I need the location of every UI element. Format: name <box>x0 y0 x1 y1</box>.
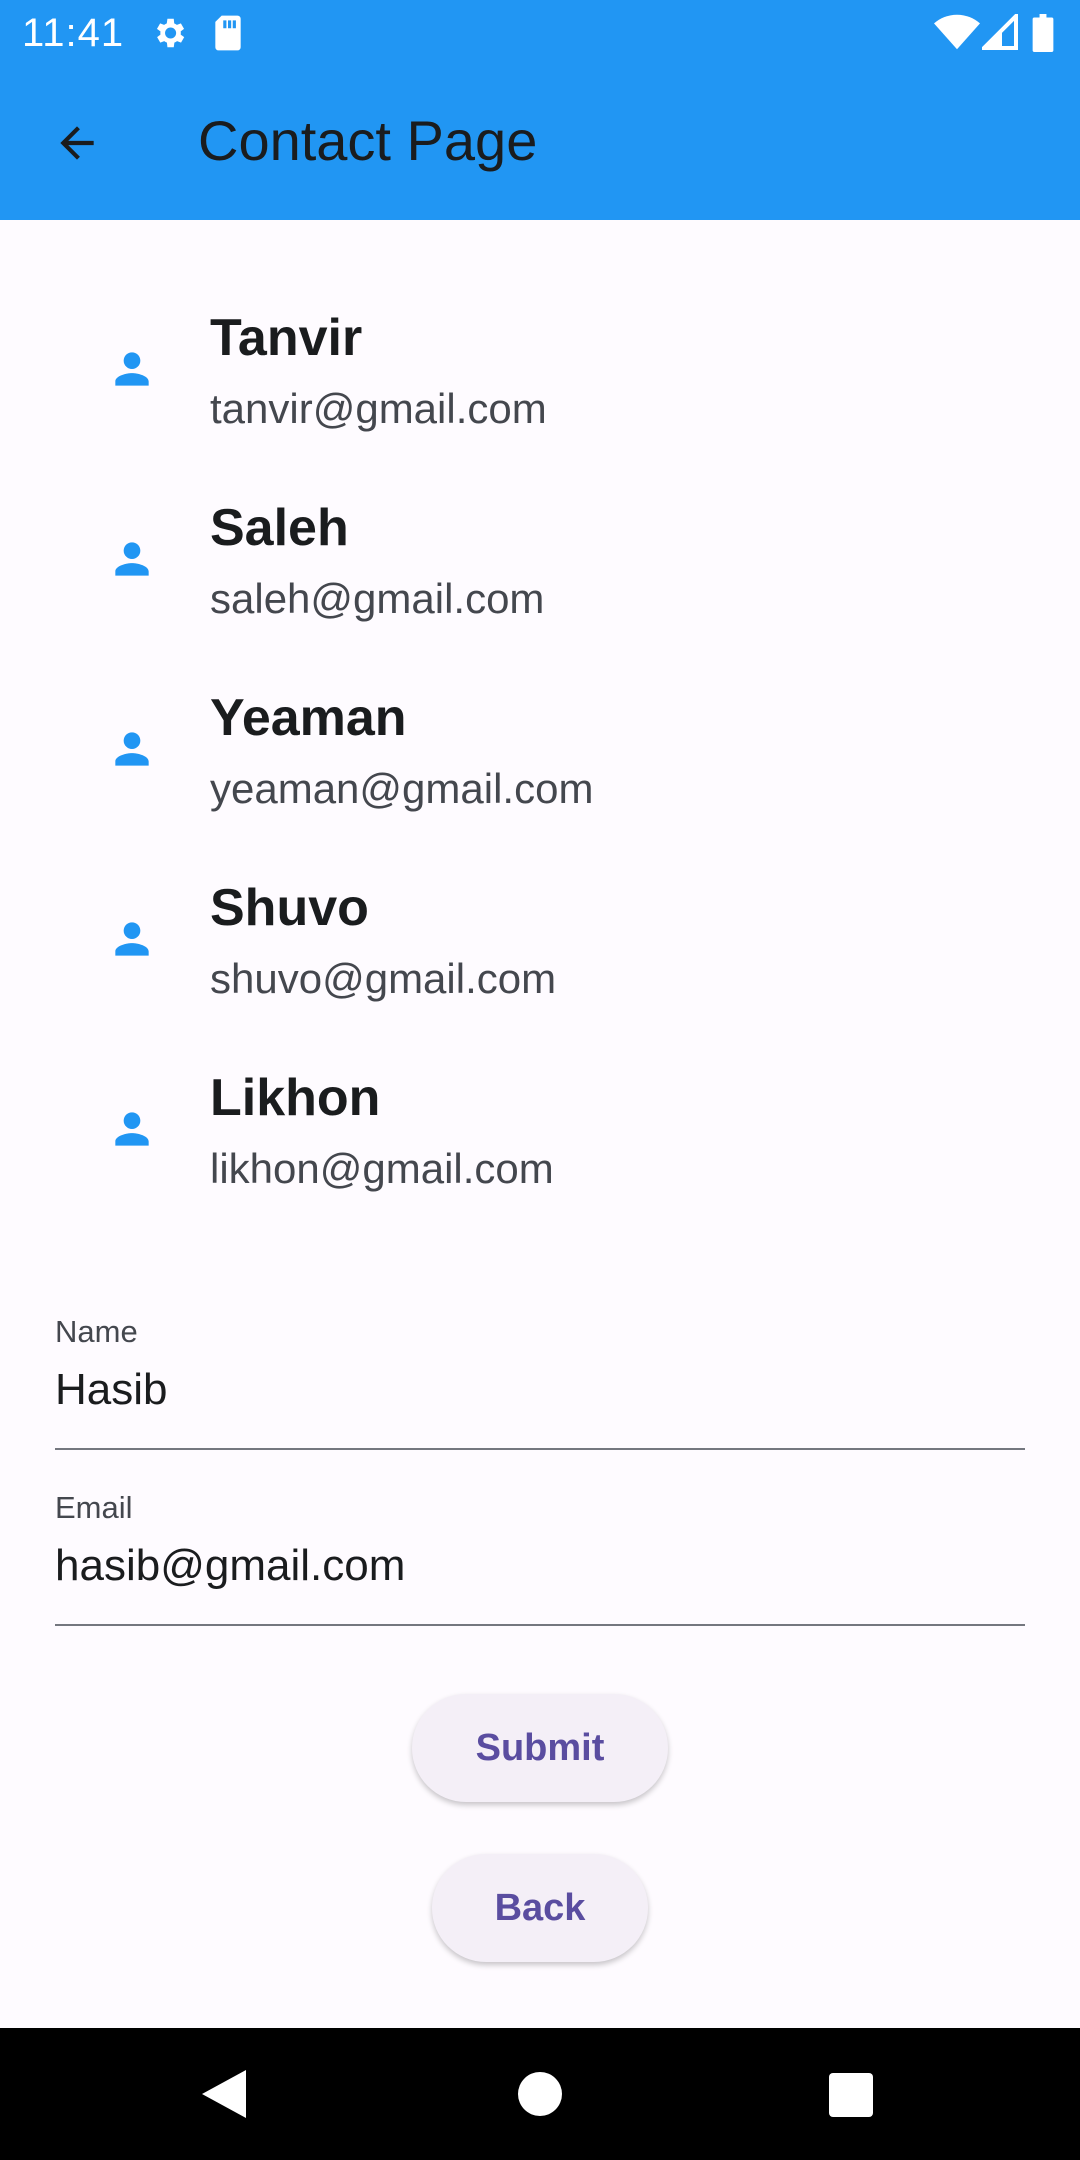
contact-name: Saleh <box>210 499 349 557</box>
list-item[interactable]: Yeaman yeaman@gmail.com <box>0 660 1080 850</box>
list-item[interactable]: Saleh saleh@gmail.com <box>0 470 1080 660</box>
nav-home-icon[interactable] <box>518 2072 562 2121</box>
contact-name: Shuvo <box>210 879 369 937</box>
battery-icon <box>1032 14 1054 57</box>
gear-icon <box>150 14 188 57</box>
contact-email: saleh@gmail.com <box>210 575 545 622</box>
page-title: Contact Page <box>198 109 538 172</box>
sd-card-icon <box>212 14 244 57</box>
contact-name: Likhon <box>210 1069 381 1127</box>
back-button[interactable]: Back <box>432 1854 648 1962</box>
status-bar: 11:41 <box>0 0 1080 66</box>
submit-button[interactable]: Submit <box>412 1694 668 1802</box>
name-field-underline <box>55 1448 1025 1450</box>
arrow-back-icon[interactable] <box>50 118 104 168</box>
name-field-label: Name <box>55 1314 138 1349</box>
nav-back-icon[interactable] <box>202 2070 246 2123</box>
person-icon <box>107 344 157 394</box>
contact-email: yeaman@gmail.com <box>210 765 594 812</box>
person-icon <box>107 534 157 584</box>
contact-email: shuvo@gmail.com <box>210 955 557 1002</box>
person-icon <box>107 724 157 774</box>
person-icon <box>107 1104 157 1154</box>
system-nav-bar <box>0 2028 1080 2160</box>
email-field-label: Email <box>55 1490 133 1525</box>
status-time: 11:41 <box>22 11 125 55</box>
person-icon <box>107 914 157 964</box>
cell-signal-icon <box>979 11 1018 55</box>
name-field[interactable]: Name <box>55 1310 1025 1452</box>
nav-recents-icon[interactable] <box>829 2073 873 2122</box>
list-item[interactable]: Tanvir tanvir@gmail.com <box>0 280 1080 470</box>
name-input[interactable] <box>55 1362 1025 1418</box>
contact-email: likhon@gmail.com <box>210 1145 554 1192</box>
list-item[interactable]: Likhon likhon@gmail.com <box>0 1040 1080 1230</box>
email-field[interactable]: Email <box>55 1486 1025 1628</box>
email-field-underline <box>55 1624 1025 1626</box>
contact-email: tanvir@gmail.com <box>210 385 547 432</box>
wifi-icon <box>934 14 980 55</box>
contact-name: Tanvir <box>210 309 363 367</box>
contact-name: Yeaman <box>210 689 407 747</box>
app-bar: Contact Page <box>0 66 1080 220</box>
email-input[interactable] <box>55 1538 1025 1594</box>
list-item[interactable]: Shuvo shuvo@gmail.com <box>0 850 1080 1040</box>
